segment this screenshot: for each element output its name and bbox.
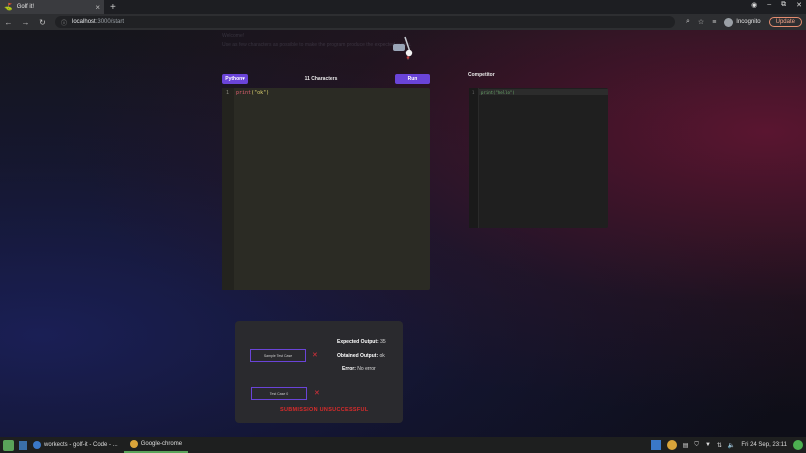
update-button[interactable]: Update	[768, 17, 802, 27]
error-output: Error: No error	[342, 366, 376, 372]
clock[interactable]: Fri 24 Sep, 23:11	[741, 442, 787, 448]
obtained-value: ok	[379, 353, 385, 359]
incognito-badge[interactable]: Incognito	[724, 17, 761, 27]
results-panel: Sample Test Case ✕ Test Case 0 ✕ Expecte…	[235, 321, 403, 423]
tab-title: Golf it!	[16, 4, 35, 10]
character-count: 11 Characters	[304, 76, 338, 82]
golf-favicon-icon: ⛳	[4, 4, 13, 11]
url-input[interactable]: ⓘ localhost:3000/start	[55, 16, 675, 28]
update-manager-icon[interactable]	[793, 440, 803, 450]
error-label: Error:	[342, 366, 356, 372]
zoom-icon[interactable]: ⌕	[686, 18, 690, 26]
show-desktop-icon[interactable]	[19, 440, 27, 450]
toolbar-right: ⌕ ☆ ≡ Incognito Update	[686, 17, 802, 27]
taskbar-item-label: workects - golf-it - Code - ...	[44, 442, 118, 448]
taskbar-item-vscode[interactable]: workects - golf-it - Code - ...	[27, 437, 124, 453]
menu-icon[interactable]	[3, 439, 14, 451]
expected-label: Expected Output:	[337, 339, 379, 345]
close-window-icon[interactable]: ✕	[796, 1, 802, 9]
language-dropdown[interactable]: Python ▾	[222, 74, 248, 84]
bookmark-star-icon[interactable]: ☆	[698, 18, 704, 26]
expected-value: 35	[380, 339, 386, 345]
expected-output: Expected Output: 35	[337, 339, 386, 345]
url-host: localhost	[72, 19, 96, 25]
tab-close-icon[interactable]: ×	[95, 3, 100, 12]
wifi-icon[interactable]: ▼	[705, 442, 711, 448]
submission-status: SUBMISSION UNSUCCESSFUL	[280, 407, 369, 413]
chrome-icon	[129, 440, 138, 448]
new-tab-icon[interactable]: +	[110, 2, 116, 13]
taskbar-item-chrome[interactable]: Google-chrome	[123, 437, 189, 453]
competitor-editor: 1 print("hello")	[469, 88, 608, 228]
browser-tab[interactable]: ⛳ Golf it! ×	[0, 0, 104, 14]
dropdown-caret-icon: ▾	[242, 76, 245, 82]
network-icon[interactable]: ⇅	[717, 442, 722, 449]
page-content: Welcome! Use as few characters as possib…	[0, 30, 806, 437]
code-args: ("ok")	[251, 90, 270, 96]
faded-intro: Welcome! Use as few characters as possib…	[222, 32, 412, 50]
fail-x-icon: ✕	[314, 390, 320, 397]
forward-icon[interactable]: →	[21, 18, 30, 27]
site-info-icon[interactable]: ⓘ	[61, 18, 67, 27]
taskbar-item-label: Google-chrome	[140, 441, 183, 447]
files-tray-icon[interactable]	[650, 440, 661, 450]
obtained-label: Obtained Output:	[337, 353, 379, 359]
faded-description: Use as few characters as possible to mak…	[222, 42, 412, 48]
chrome-tray-icon[interactable]	[666, 440, 677, 450]
incognito-label: Incognito	[736, 19, 761, 25]
sample-test-case-button[interactable]: Sample Test Case	[250, 349, 306, 362]
volume-icon[interactable]: 🔈	[728, 442, 735, 449]
minimize-icon[interactable]: –	[767, 1, 771, 9]
golf-logo-icon	[393, 36, 413, 60]
run-button[interactable]: Run	[395, 74, 430, 84]
fail-x-icon: ✕	[312, 352, 318, 359]
keyboard-icon[interactable]: ▤	[683, 442, 689, 449]
obtained-output: Obtained Output: ok	[337, 353, 385, 359]
vscode-icon	[33, 441, 41, 449]
reading-list-icon[interactable]: ≡	[712, 19, 716, 26]
competitor-line-number: 1	[472, 90, 475, 95]
reload-icon[interactable]: ↻	[38, 18, 47, 27]
tab-bar: ⛳ Golf it! × + ◉ – ⧉ ✕	[0, 0, 806, 14]
line-number: 1	[226, 90, 230, 96]
address-bar: ← → ↻ ⓘ localhost:3000/start ⌕ ☆ ≡ Incog…	[0, 14, 806, 30]
test-case-0-button[interactable]: Test Case 0	[251, 387, 307, 400]
window-controls: ◉ – ⧉ ✕	[751, 1, 802, 9]
editor-gutter	[222, 88, 234, 290]
faded-title: Welcome!	[222, 33, 245, 39]
os-taskbar: workects - golf-it - Code - ... Google-c…	[0, 437, 806, 453]
competitor-code-line: print("hello")	[481, 90, 515, 95]
extensions-icon[interactable]: ◉	[751, 1, 757, 9]
code-keyword: print	[236, 90, 252, 96]
language-label: Python	[225, 76, 243, 82]
competitor-gutter	[469, 88, 479, 228]
restore-icon[interactable]: ⧉	[781, 1, 786, 9]
shield-icon[interactable]: ⛉	[694, 442, 699, 449]
system-tray: ▤ ⛉ ▼ ⇅ 🔈 Fri 24 Sep, 23:11	[650, 440, 806, 450]
competitor-label: Competitor	[468, 72, 495, 78]
code-line: print("ok")	[236, 90, 269, 96]
error-value: No error	[357, 366, 376, 372]
back-icon[interactable]: ←	[4, 18, 13, 27]
code-editor[interactable]: 1 print("ok")	[222, 88, 430, 290]
url-path: :3000/start	[95, 19, 125, 25]
incognito-icon	[724, 17, 734, 27]
